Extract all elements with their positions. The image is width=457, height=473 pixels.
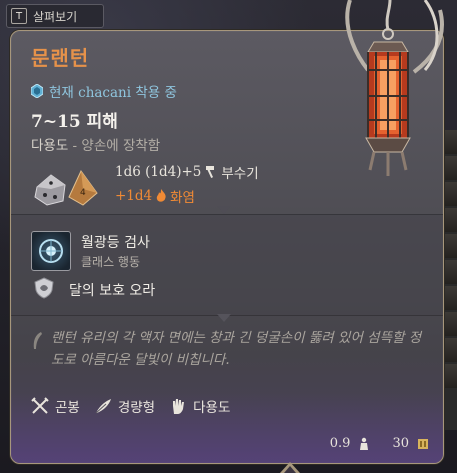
- bonus-type: 화염: [170, 190, 195, 206]
- action-type: 클래스 행동: [81, 255, 141, 269]
- hotbar-slot[interactable]: [443, 182, 457, 206]
- aura-name: 달의 보호 오라: [69, 283, 156, 299]
- inspect-label: 살펴보기: [33, 9, 78, 24]
- damage-range: 7~15 피해: [31, 112, 118, 132]
- separator-notch: [217, 314, 231, 322]
- gold-value: 30: [392, 436, 409, 451]
- property-label: 다용도: [193, 400, 231, 416]
- feather-icon: [95, 399, 111, 414]
- crossed-weapons-icon: [31, 397, 49, 414]
- item-lantern-illustration: [345, 0, 444, 176]
- hotbar-slot[interactable]: [443, 260, 457, 284]
- inspect-button[interactable]: T 살펴보기: [6, 4, 104, 28]
- bonus-damage: +1d4 화염: [115, 186, 195, 206]
- bonus-roll: +1d4: [115, 188, 153, 204]
- property-light: 경량형: [94, 396, 155, 416]
- hand-icon: [173, 399, 185, 414]
- equipped-text: 현재 chacani 착용 중: [49, 85, 177, 101]
- moonlantern-spell-icon[interactable]: [31, 231, 71, 271]
- weight-icon: [360, 437, 369, 450]
- property-label: 곤봉: [55, 400, 80, 416]
- gold-icon: [418, 438, 428, 449]
- hammer-icon: [206, 166, 215, 178]
- keybind-t-icon: T: [11, 8, 27, 24]
- hotbar-slot[interactable]: [443, 234, 457, 258]
- handling-detail: - 양손에 장착함: [68, 138, 161, 154]
- svg-text:4: 4: [80, 188, 86, 198]
- hotbar-slot[interactable]: [443, 286, 457, 310]
- damage-type: 부수기: [221, 166, 259, 182]
- property-club: 곤봉: [31, 396, 80, 416]
- aura-shield-icon: [34, 277, 54, 299]
- lore-text: 랜턴 유리의 각 액자 면에는 창과 긴 덩굴손이 뚫려 있어 섬뜩할 정도로 …: [51, 330, 422, 368]
- equipped-status: 현재 chacani 착용 중: [31, 81, 177, 101]
- property-versatile: 다용도: [169, 396, 230, 416]
- weapon-handling: 다용도 - 양손에 장착함: [31, 134, 160, 154]
- quill-icon: [33, 332, 42, 349]
- item-footer: 0.9 30: [330, 436, 429, 451]
- item-name: 문랜턴: [31, 46, 90, 70]
- damage-roll-text: 1d6 (1d4)+5: [115, 164, 202, 180]
- hotbar-slot[interactable]: [443, 364, 457, 388]
- dice-icon: 4: [34, 170, 98, 206]
- fire-icon: [156, 189, 166, 202]
- separator-notch: [217, 206, 231, 214]
- damage-roll: 1d6 (1d4)+5 부수기: [115, 162, 259, 182]
- equipped-gem-icon: [31, 84, 43, 98]
- action-name: 월광등 검사: [81, 235, 150, 251]
- hotbar-slot[interactable]: [443, 338, 457, 362]
- tooltip-anchor-icon: [280, 462, 300, 473]
- weight-value: 0.9: [329, 436, 351, 451]
- property-label: 경량형: [117, 400, 156, 416]
- handling-label: 다용도: [31, 138, 69, 154]
- hotbar-slot[interactable]: [443, 208, 457, 232]
- hotbar-slot[interactable]: [443, 312, 457, 336]
- weapon-properties: 곤봉 경량형 다용도: [31, 396, 230, 416]
